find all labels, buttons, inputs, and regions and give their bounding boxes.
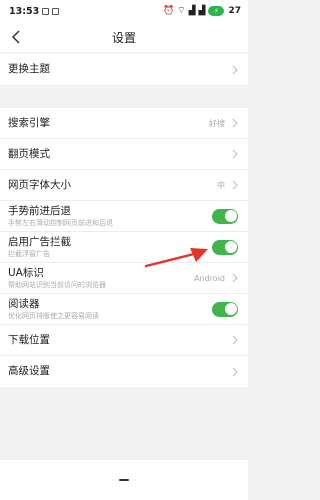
alarm-icon: ⏰ — [162, 5, 175, 16]
chevron-right-icon — [232, 65, 238, 74]
chevron-right-icon — [232, 335, 238, 345]
setting-description: 帮助网站识别当前访问的浏览器 — [8, 280, 106, 289]
setting-description: 优化网页排版使之更容易阅读 — [8, 311, 99, 320]
status-right: ⏰ ⌔ ▟ ▟ ⚡ 27 — [163, 6, 241, 16]
status-bar: 13:53 ⏰ ⌔ ▟ ▟ ⚡ 27 — [0, 0, 248, 22]
setting-search-engine[interactable]: 搜索引擎 好搜 — [0, 108, 248, 139]
annotation-arrow-icon — [144, 248, 208, 268]
chevron-right-icon — [232, 273, 238, 283]
chevron-right-icon — [232, 180, 238, 190]
theme-group: 更换主题 — [0, 54, 248, 85]
setting-value: Android — [194, 273, 225, 283]
setting-ua[interactable]: UA标识 帮助网站识别当前访问的浏览器 Android — [0, 263, 248, 294]
chevron-right-icon — [232, 367, 238, 376]
setting-theme[interactable]: 更换主题 — [0, 54, 248, 85]
reader-toggle[interactable] — [212, 301, 238, 317]
setting-value: 好搜 — [209, 118, 225, 128]
battery-level: 27 — [228, 6, 241, 16]
signal-icon: ▟ — [188, 5, 196, 16]
setting-advanced[interactable]: 高级设置 — [0, 356, 248, 387]
setting-adblock: 启用广告拦截 拦截浮窗广告 — [0, 232, 248, 263]
setting-label: 高级设置 — [8, 365, 50, 377]
setting-description: 手势左右滑动控制网页前进和后退 — [8, 218, 113, 227]
setting-value: 中 — [217, 180, 225, 190]
back-button[interactable] — [6, 26, 26, 48]
toggle-knob — [224, 303, 237, 315]
status-time: 13:53 — [9, 5, 40, 17]
home-indicator[interactable] — [119, 479, 129, 481]
setting-label: 阅读器 — [8, 297, 40, 310]
setting-label: 下载位置 — [8, 333, 50, 346]
notification-icon-2 — [52, 7, 60, 15]
adblock-toggle[interactable] — [212, 239, 238, 255]
chevron-right-icon — [232, 149, 238, 159]
setting-label: 搜索引擎 — [8, 116, 50, 129]
page-title: 设置 — [111, 30, 136, 45]
notification-icon — [42, 7, 50, 15]
setting-page-turn[interactable]: 翻页模式 — [0, 139, 248, 170]
nav-bar: 设置 — [0, 22, 248, 52]
battery-icon: ⚡ — [208, 6, 225, 16]
setting-font-size[interactable]: 网页字体大小 中 — [0, 170, 248, 201]
chevron-right-icon — [232, 118, 238, 128]
setting-gesture: 手势前进后退 手势左右滑动控制网页前进和后退 — [0, 201, 248, 232]
status-left: 13:53 — [9, 5, 60, 17]
setting-reader: 阅读器 优化网页排版使之更容易阅读 — [0, 294, 248, 325]
setting-label: 手势前进后退 — [8, 204, 71, 217]
back-arrow-icon — [11, 30, 20, 44]
gesture-toggle[interactable] — [212, 208, 238, 224]
toggle-knob — [224, 210, 237, 222]
browse-settings-group: 搜索引擎 好搜 翻页模式 网页字体大小 中 手势前进后退 手势左右滑动控制网页前… — [0, 108, 248, 387]
setting-download[interactable]: 下载位置 — [0, 325, 248, 356]
setting-label: 更换主题 — [8, 63, 50, 75]
setting-label: 翻页模式 — [8, 147, 50, 160]
toggle-knob — [224, 241, 237, 253]
bottom-bar — [0, 460, 248, 500]
setting-label: 网页字体大小 — [8, 178, 71, 191]
wifi-icon: ⌔ — [177, 5, 186, 16]
signal-icon-2: ▟ — [198, 5, 206, 16]
